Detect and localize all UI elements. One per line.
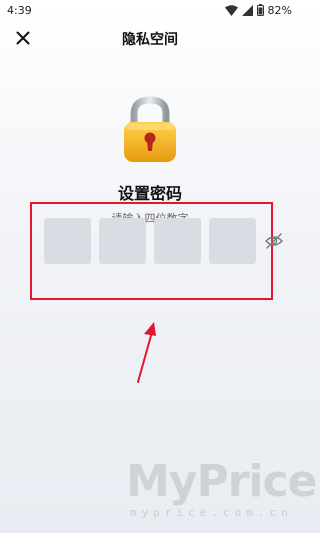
signal-icon — [241, 4, 253, 16]
pin-digit-2[interactable] — [99, 218, 146, 264]
arrow-icon — [132, 318, 162, 384]
close-icon — [16, 30, 30, 49]
pin-digit-3[interactable] — [154, 218, 201, 264]
wifi-icon — [224, 4, 238, 16]
set-password-heading: 设置密码 — [117, 184, 182, 203]
title-bar: 隐私空间 — [0, 24, 300, 54]
status-icons: 82% — [224, 3, 292, 17]
page-title: 隐私空间 — [122, 32, 178, 48]
lock-icon — [120, 96, 180, 164]
eye-off-icon — [264, 233, 284, 254]
pin-digit-4[interactable] — [209, 218, 256, 264]
watermark: MyPrice myprice.com.cn — [126, 456, 317, 533]
battery-icon — [256, 4, 264, 16]
status-time: 4:39 — [7, 3, 32, 17]
status-bar: 4:39 82% — [0, 0, 300, 20]
battery-percent: 82% — [267, 3, 292, 17]
close-button[interactable] — [12, 28, 34, 50]
toggle-visibility-button[interactable] — [264, 232, 284, 250]
pin-input[interactable] — [44, 218, 256, 264]
watermark-brand: MyPrice — [126, 456, 317, 507]
watermark-url: myprice.com.cn — [130, 506, 293, 519]
pin-digit-1[interactable] — [44, 218, 91, 264]
